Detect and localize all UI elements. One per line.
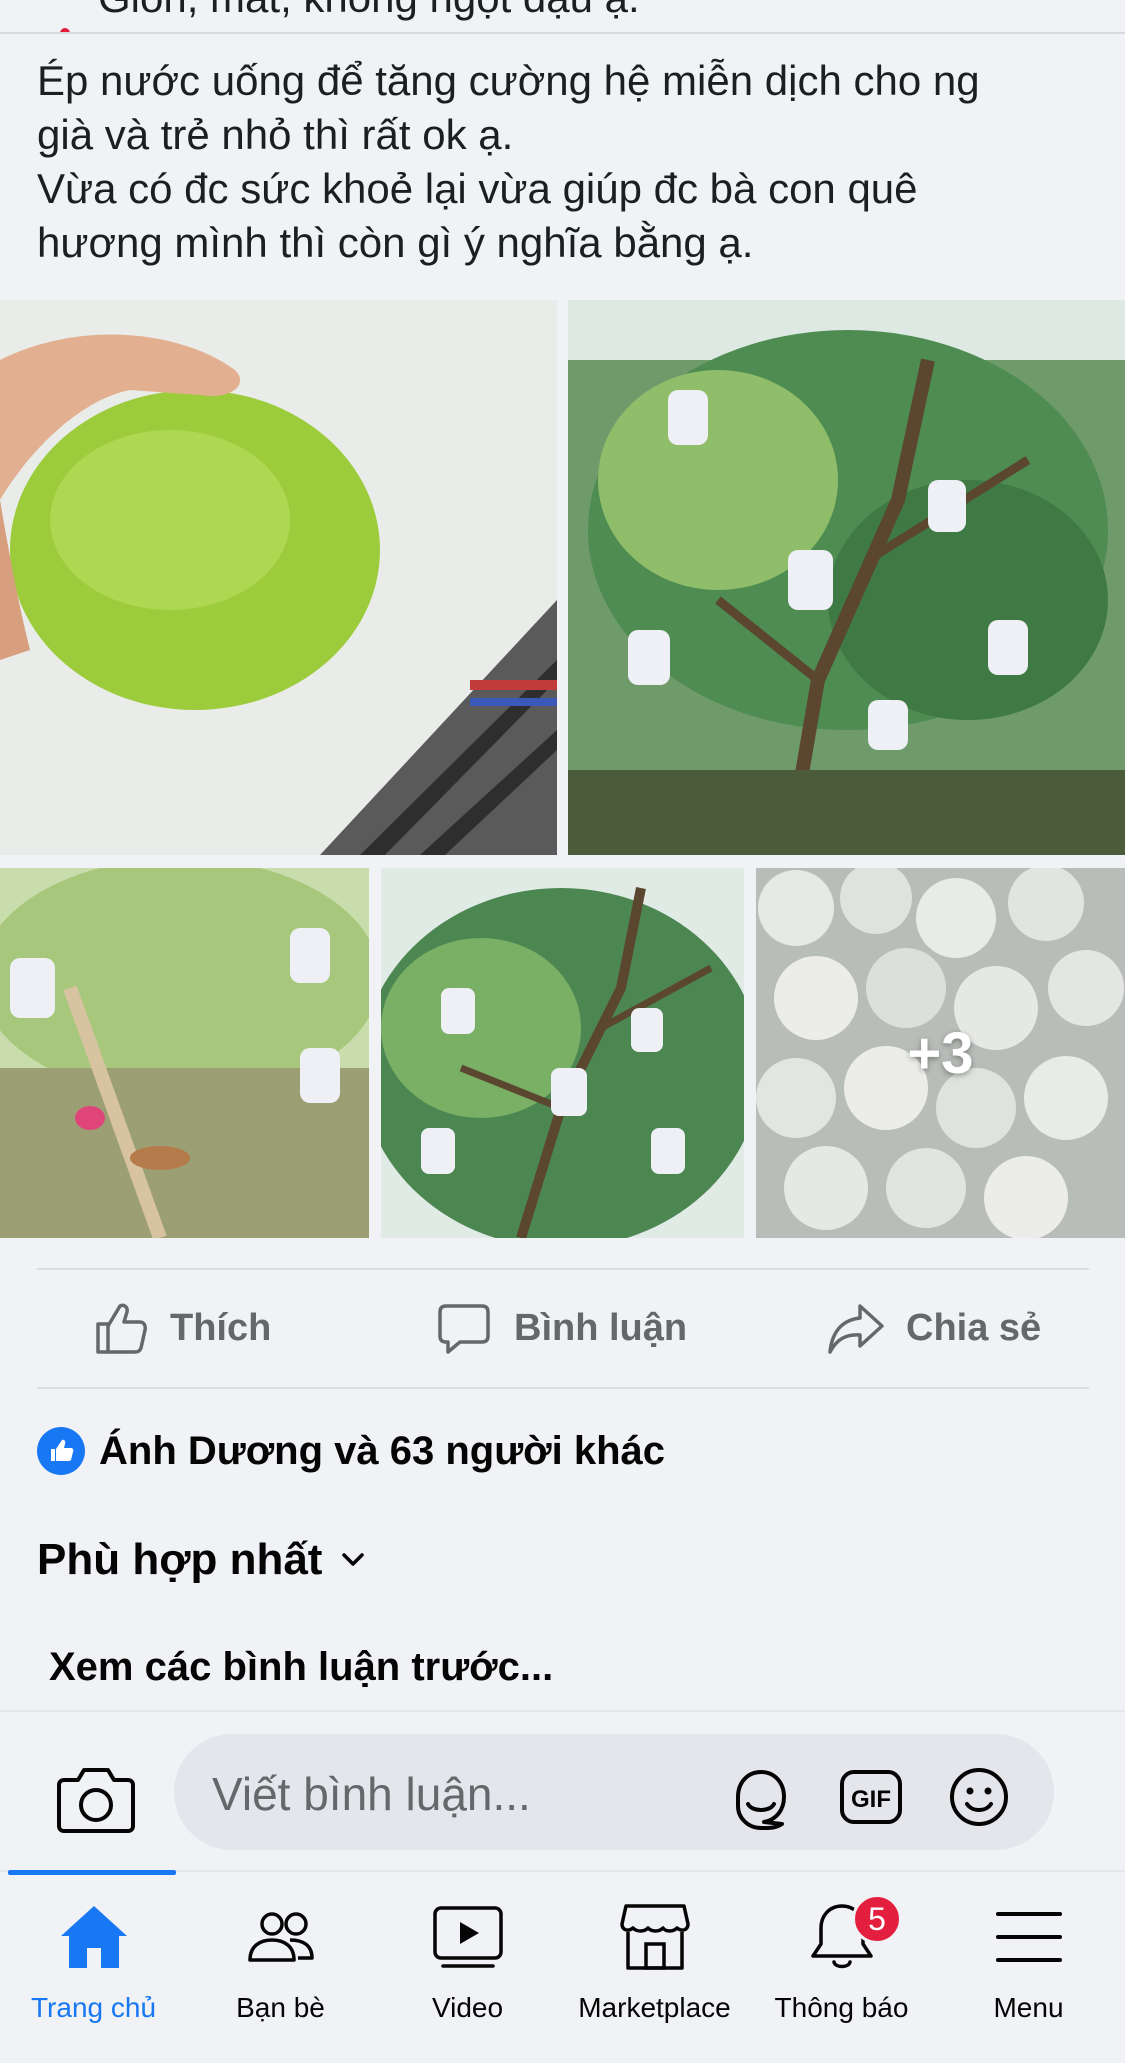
post-text-line: Vừa có đc sức khoẻ lại vừa giúp đc bà co… <box>37 165 918 212</box>
comment-sort-dropdown[interactable]: Phù hợp nhất <box>37 1535 370 1585</box>
post-text-partial-line: Giòn, mát, không ngọt đậu ạ. <box>98 0 640 22</box>
post-photo-guava-in-hand[interactable] <box>0 300 557 855</box>
tab-marketplace[interactable]: Marketplace <box>561 1892 748 2032</box>
svg-text:GIF: GIF <box>851 1786 891 1813</box>
post-photo-guava-orchard[interactable] <box>568 300 1125 855</box>
comment-button[interactable]: Bình luận <box>434 1293 687 1363</box>
post-photo-guava-tree[interactable] <box>381 868 744 1238</box>
post-text-line: Ép nước uống để tăng cường hệ miễn dịch … <box>37 57 980 104</box>
post-photo-bagged-guavas[interactable]: +3 <box>756 868 1125 1238</box>
tab-video-label: Video <box>431 1992 504 2023</box>
notification-count-badge: 5 <box>852 1894 902 1944</box>
actions-top-divider <box>37 1268 1089 1270</box>
tab-notifications-label: Thông báo <box>774 1992 909 2023</box>
tab-menu[interactable]: Menu <box>935 1892 1122 2032</box>
post-body-text: Ép nước uống để tăng cường hệ miễn dịch … <box>37 54 1097 270</box>
home-icon <box>60 1906 127 1968</box>
comment-sort-label: Phù hợp nhất <box>37 1535 323 1584</box>
more-photos-count: +3 <box>907 1020 974 1086</box>
menu-icon <box>995 1912 1062 1962</box>
tab-friends-label: Bạn bè <box>236 1992 325 2023</box>
share-button[interactable]: Chia sẻ <box>826 1293 1041 1363</box>
gif-icon[interactable]: GIF <box>836 1762 906 1832</box>
friends-icon <box>247 1912 314 1962</box>
like-label: Thích <box>170 1306 272 1349</box>
emoji-icon[interactable] <box>944 1762 1014 1832</box>
post-photo-orchard-ground[interactable] <box>0 868 369 1238</box>
like-button[interactable]: Thích <box>90 1293 271 1363</box>
comment-label: Bình luận <box>514 1306 688 1349</box>
tab-home-label: Trang chủ <box>30 1992 157 2023</box>
camera-icon[interactable] <box>56 1762 136 1834</box>
marketplace-icon <box>619 1904 690 1970</box>
comment-input[interactable]: Viết bình luận... GIF <box>174 1734 1054 1850</box>
chevron-down-icon <box>342 1553 365 1566</box>
comment-composer: Viết bình luận... GIF <box>0 1710 1125 1870</box>
tab-marketplace-label: Marketplace <box>578 1992 731 2023</box>
share-label: Chia sẻ <box>906 1306 1042 1349</box>
thumbs-up-icon <box>96 1303 147 1354</box>
actions-bottom-divider <box>37 1387 1089 1389</box>
like-reaction-icon <box>37 1427 85 1475</box>
video-icon <box>432 1906 503 1968</box>
tab-menu-label: Menu <box>993 1992 1064 2023</box>
comment-bubble-icon <box>438 1304 490 1354</box>
bottom-tab-bar: Trang chủ Bạn bè Video Marketplace 5 Thô… <box>0 1870 1125 2063</box>
tab-video[interactable]: Video <box>374 1892 561 2032</box>
reaction-summary[interactable]: Ánh Dương và 63 người khác <box>37 1426 665 1476</box>
tab-friends[interactable]: Bạn bè <box>187 1892 374 2032</box>
post-text-line: hương mình thì còn gì ý nghĩa bằng ạ. <box>37 219 754 266</box>
avatar-sticker-icon[interactable] <box>726 1762 796 1832</box>
top-divider <box>0 32 1125 34</box>
clipped-text-line: Giòn, mát, không ngọt đậu ạ. <box>0 0 1125 34</box>
active-tab-indicator <box>8 1870 176 1875</box>
comment-input-placeholder: Viết bình luận... <box>212 1768 531 1820</box>
view-previous-comments-link[interactable]: Xem các bình luận trước... <box>49 1645 553 1690</box>
tab-notifications[interactable]: 5 Thông báo <box>748 1892 935 2032</box>
reaction-summary-text: Ánh Dương và 63 người khác <box>99 1428 666 1473</box>
post-text-line: già và trẻ nhỏ thì rất ok ạ. <box>37 111 514 158</box>
share-arrow-icon <box>828 1304 884 1354</box>
tab-home[interactable]: Trang chủ <box>0 1892 187 2032</box>
